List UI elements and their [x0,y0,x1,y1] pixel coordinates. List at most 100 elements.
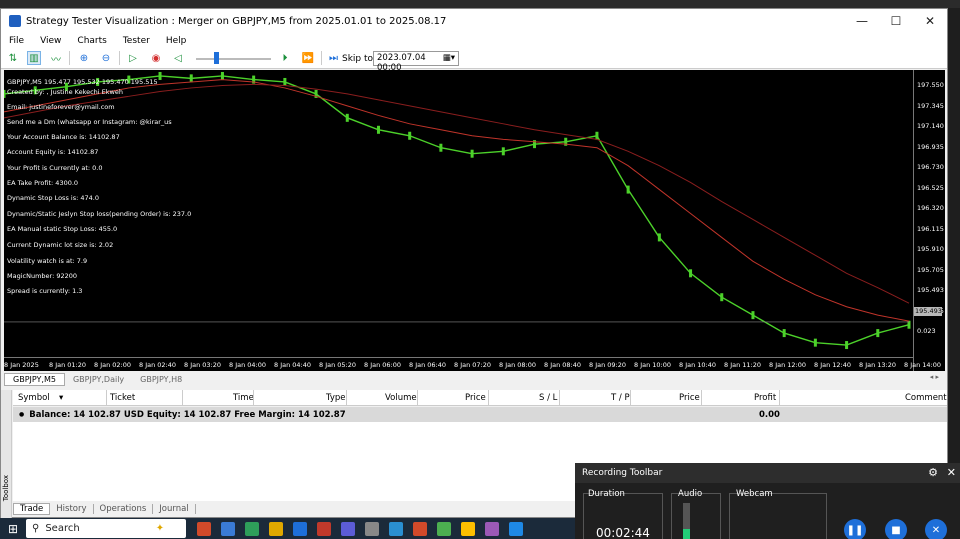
column-divider [779,390,780,406]
fast-forward-icon[interactable]: ⏩ [301,51,315,65]
tab-scroll-arrows-icon[interactable]: ◂ ▸ [930,373,939,381]
x-tick-label: 8 Jan 08:40 [544,361,582,369]
tab-journal[interactable]: Journal [153,504,196,514]
zoom-out-icon[interactable]: ⊖ [99,51,113,65]
col-sl[interactable]: S / L [539,393,557,403]
y-tick-label: 197.140 [917,122,944,130]
candle [345,113,349,122]
taskbar-app-icon[interactable] [341,521,355,536]
tab-history[interactable]: History [50,504,94,514]
taskbar-app-icon[interactable] [197,521,211,536]
stop-button[interactable]: ■ [885,519,907,539]
price-chart[interactable]: GBPJPY,M5 195.477 195.532 195.470 195.51… [4,70,945,371]
candle [813,338,817,347]
col-profit[interactable]: Profit [754,393,776,403]
col-tp[interactable]: T / P [611,393,630,403]
taskbar-app-icon[interactable] [461,521,475,536]
menu-view[interactable]: View [32,36,69,46]
current-price-tag: 195.493 [914,307,942,316]
taskbar-app-icon[interactable] [221,521,235,536]
skip-date-picker[interactable]: 2023.07.04 00:00 ▦▾ [373,51,459,73]
candle [189,74,193,83]
candle [439,143,443,152]
taskbar-app-icon[interactable] [269,521,283,536]
terminal-header: Symbol ▾ Ticket Time Type Volume Price S… [13,390,947,406]
tab-gbpjpy-daily[interactable]: GBPJPY,Daily [65,374,132,385]
overlay-line: Your Account Balance is: 14102.87 [7,133,120,141]
y-tick-label: 195.910 [917,245,944,253]
column-divider [346,390,347,406]
col-type[interactable]: Type [326,393,346,403]
candle [782,329,786,338]
sort-icon[interactable]: ▾ [59,393,63,403]
col-symbol[interactable]: Symbol [18,393,50,403]
speed-slider[interactable] [196,58,271,60]
col-volume[interactable]: Volume [385,393,417,403]
candle [158,71,162,80]
tab-trade[interactable]: Trade [13,503,51,515]
col-current-price[interactable]: Price [679,393,700,403]
step-forward-icon[interactable]: ⏵ [278,51,292,65]
speed-slider-thumb[interactable] [214,52,219,64]
menu-charts[interactable]: Charts [69,36,114,46]
menu-help[interactable]: Help [158,36,195,46]
toolbox-side-panel[interactable]: Toolbox [1,390,12,519]
taskbar-app-icon[interactable] [389,521,403,536]
bar-chart-icon[interactable]: ▥ [27,51,41,65]
stop-icon[interactable]: ◉ [149,51,163,65]
col-price[interactable]: Price [465,393,486,403]
taskbar-app-icon[interactable] [293,521,307,536]
rewind-icon[interactable]: ◁ [171,51,185,65]
y-tick-label: 197.550 [917,81,944,89]
minimize-button[interactable]: — [845,9,879,33]
x-tick-label: 8 Jan 05:20 [319,361,357,369]
balance-row[interactable]: ● Balance: 14 102.87 USD Equity: 14 102.… [13,407,947,422]
candle [876,329,880,338]
taskbar-app-icon[interactable] [317,521,331,536]
skip-to-button[interactable]: ⏭ Skip to [329,53,373,64]
y-tick-label: 0.023 [917,327,936,335]
taskbar-app-icon[interactable] [245,521,259,536]
skip-date-value: 2023.07.04 00:00 [377,53,426,73]
close-button[interactable]: ✕ [913,9,947,33]
taskbar-search[interactable]: ⚲ Search ✦ [26,519,186,538]
candle [626,185,630,194]
menu-tester[interactable]: Tester [115,36,158,46]
y-tick-label: 195.493 [917,286,944,294]
pause-button[interactable]: ❚❚ [844,519,866,539]
tab-gbpjpy-h8[interactable]: GBPJPY,H8 [132,374,190,385]
recording-header: Recording Toolbar ⚙ ✕ [575,463,960,483]
y-tick-label: 196.320 [917,204,944,212]
taskbar-app-icon[interactable] [485,521,499,536]
x-tick-label: 8 Jan 09:20 [589,361,627,369]
x-tick-label: 8 Jan 12:40 [814,361,852,369]
taskbar-app-icon[interactable] [437,521,451,536]
candle [470,149,474,158]
col-comment[interactable]: Comment [905,393,947,403]
zoom-in-icon[interactable]: ⊕ [77,51,91,65]
col-ticket[interactable]: Ticket [110,393,135,403]
balance-summary: Balance: 14 102.87 USD Equity: 14 102.87… [29,409,346,420]
gear-icon[interactable]: ⚙ [928,466,938,479]
y-tick-label: 196.935 [917,142,944,151]
close-icon[interactable]: ✕ [947,466,956,479]
maximize-button[interactable]: ☐ [879,9,913,33]
menu-file[interactable]: File [1,36,32,46]
taskbar-app-icon[interactable] [365,521,379,536]
play-icon[interactable]: ▷ [126,51,140,65]
search-highlight-icon[interactable]: ✦ [156,523,164,534]
x-tick-label: 8 Jan 06:00 [364,361,402,369]
calendar-dropdown-icon[interactable]: ▦▾ [443,53,455,64]
close-recording-button[interactable]: ✕ [925,519,947,539]
move-icon[interactable]: ⇅ [6,51,20,65]
y-tick-label: 195.705 [917,265,944,274]
tab-operations[interactable]: Operations [94,504,154,514]
column-divider [417,390,418,406]
y-tick-label: 197.345 [917,101,944,110]
tab-gbpjpy-m5[interactable]: GBPJPY,M5 [4,373,65,386]
line-chart-icon[interactable]: 〰 [49,51,63,66]
taskbar-app-icon[interactable] [509,521,523,536]
taskbar-app-icon[interactable] [413,521,427,536]
windows-start-icon[interactable]: ⊞ [0,518,26,539]
col-time[interactable]: Time [233,393,254,403]
